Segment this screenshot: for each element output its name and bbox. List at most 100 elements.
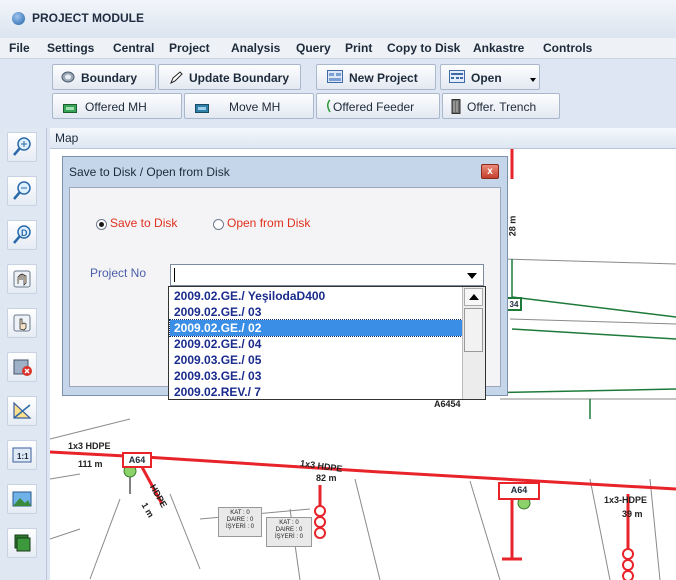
list-item[interactable]: 2009.02.GE./ 03 — [170, 304, 462, 320]
image-button[interactable] — [7, 484, 37, 514]
building-info-line: İŞYERİ : 0 — [274, 534, 303, 540]
layers-icon — [14, 534, 31, 552]
map-panel-header: Map — [50, 128, 676, 149]
node-box-a64-right[interactable]: A64 — [498, 482, 540, 500]
open-folder-icon — [449, 70, 465, 83]
close-icon[interactable]: x — [481, 164, 499, 179]
project-no-combobox[interactable] — [170, 264, 484, 286]
text-caret — [174, 268, 175, 282]
boundary-label: Boundary — [81, 71, 138, 85]
new-project-label: New Project — [349, 71, 418, 85]
save-to-disk-label[interactable]: Save to Disk — [110, 216, 177, 230]
new-project-button[interactable]: New Project — [316, 64, 436, 90]
offered-feeder-label: Offered Feeder — [333, 100, 415, 114]
menu-query[interactable]: Query — [296, 41, 331, 55]
list-item[interactable]: 2009.03.GE./ 05 — [170, 352, 462, 368]
app-logo-icon — [12, 12, 25, 25]
open-button[interactable]: Open — [440, 64, 540, 90]
menu-project[interactable]: Project — [169, 41, 210, 55]
menu-file[interactable]: File — [9, 41, 30, 55]
map-label-a6454: A6454 — [434, 399, 461, 409]
svg-text:1:1: 1:1 — [17, 452, 29, 461]
zoom-in-button[interactable] — [7, 132, 37, 162]
zoom-extent-icon: D — [13, 225, 31, 244]
select-hand-icon — [13, 314, 31, 332]
building-info-line: DAIRE : 0 — [226, 517, 254, 523]
menu-controls[interactable]: Controls — [543, 41, 592, 55]
offer-trench-button[interactable]: Offer. Trench — [442, 93, 560, 119]
open-label: Open — [471, 71, 502, 85]
offered-feeder-button[interactable]: Offered Feeder — [316, 93, 440, 119]
list-item-selected[interactable]: 2009.02.GE./ 02 — [169, 319, 463, 337]
map-label-82m: 82 m — [316, 473, 337, 483]
map-label-hdpe-1: 1x3 HDPE — [68, 441, 111, 451]
select-button[interactable] — [7, 308, 37, 338]
building-info-line: İŞYERİ : 0 — [225, 524, 254, 530]
chevron-down-icon[interactable] — [467, 273, 477, 279]
update-boundary-label: Update Boundary — [189, 71, 290, 85]
update-boundary-button[interactable]: Update Boundary — [158, 64, 301, 90]
building-info-line: KAT : 0 — [279, 520, 299, 526]
open-from-disk-label[interactable]: Open from Disk — [227, 216, 310, 230]
building-info-2[interactable]: KAT : 0 DAIRE : 0 İŞYERİ : 0 — [266, 517, 312, 547]
left-toolbar: D 1:1 — [0, 128, 47, 580]
zoom-out-icon — [13, 181, 31, 200]
measure-button[interactable] — [7, 396, 37, 426]
scale-icon: 1:1 — [12, 447, 32, 463]
map-label-hdpe-3: 1x3-HDPE — [604, 495, 648, 505]
delete-icon — [13, 359, 32, 376]
layers-button[interactable] — [7, 528, 37, 558]
zoom-in-icon — [13, 137, 31, 156]
offered-mh-button[interactable]: Offered MH — [52, 93, 182, 119]
map-label-28m: 28 m — [507, 215, 518, 237]
list-item[interactable]: 2009.03.GE./ 03 — [170, 368, 462, 384]
trench-icon — [451, 99, 461, 114]
building-info-line: DAIRE : 0 — [275, 527, 303, 533]
boundary-icon — [61, 71, 75, 83]
menu-print[interactable]: Print — [345, 41, 372, 55]
menu-analysis[interactable]: Analysis — [231, 41, 280, 55]
measure-icon — [13, 401, 32, 419]
menu-settings[interactable]: Settings — [47, 41, 94, 55]
move-mh-button[interactable]: Move MH — [184, 93, 314, 119]
move-manhole-icon — [195, 102, 209, 114]
project-no-dropdown-list[interactable]: 2009.02.GE./ YeşilodaD400 2009.02.GE./ 0… — [168, 286, 486, 400]
offer-trench-label: Offer. Trench — [467, 100, 537, 114]
open-from-disk-radio[interactable] — [213, 219, 224, 230]
feeder-icon — [325, 99, 333, 113]
map-panel-title: Map — [55, 131, 79, 145]
scroll-thumb[interactable] — [464, 308, 483, 352]
building-info-1[interactable]: KAT : 0 DAIRE : 0 İŞYERİ : 0 — [218, 507, 262, 537]
node-box-34[interactable]: 34 — [506, 297, 522, 311]
list-item[interactable]: 2009.02.GE./ YeşilodaD400 — [170, 288, 462, 304]
offered-mh-label: Offered MH — [85, 100, 147, 114]
zoom-extent-button[interactable]: D — [7, 220, 37, 250]
list-scrollbar[interactable] — [462, 287, 485, 399]
chevron-down-icon — [530, 78, 536, 82]
save-to-disk-radio[interactable] — [96, 219, 107, 230]
list-item[interactable]: 2009.02.REV./ 7 — [170, 384, 462, 399]
app-title: PROJECT MODULE — [32, 11, 145, 25]
scale-button[interactable]: 1:1 — [7, 440, 37, 470]
pan-button[interactable] — [7, 264, 37, 294]
title-bar: PROJECT MODULE — [0, 0, 676, 38]
manhole-icon — [63, 102, 77, 114]
project-no-label: Project No — [90, 266, 147, 280]
menu-copy-to-disk[interactable]: Copy to Disk — [387, 41, 460, 55]
delete-button[interactable] — [7, 352, 37, 382]
pencil-icon — [169, 71, 183, 85]
menu-ankastre[interactable]: Ankastre — [473, 41, 524, 55]
menu-central[interactable]: Central — [113, 41, 154, 55]
map-label-39m: 39 m — [622, 509, 643, 519]
list-item[interactable]: 2009.02.GE./ 04 — [170, 336, 462, 352]
image-icon — [12, 491, 32, 507]
pan-hand-icon — [13, 270, 31, 288]
cable-nodes — [314, 505, 634, 580]
scroll-up-icon[interactable] — [464, 288, 483, 306]
new-project-icon — [327, 70, 343, 83]
menu-bar: File Settings Central Project Analysis Q… — [0, 38, 676, 59]
zoom-out-button[interactable] — [7, 176, 37, 206]
node-box-a64-left[interactable]: A64 — [122, 452, 152, 468]
boundary-button[interactable]: Boundary — [52, 64, 156, 90]
building-info-line: KAT : 0 — [230, 510, 250, 516]
